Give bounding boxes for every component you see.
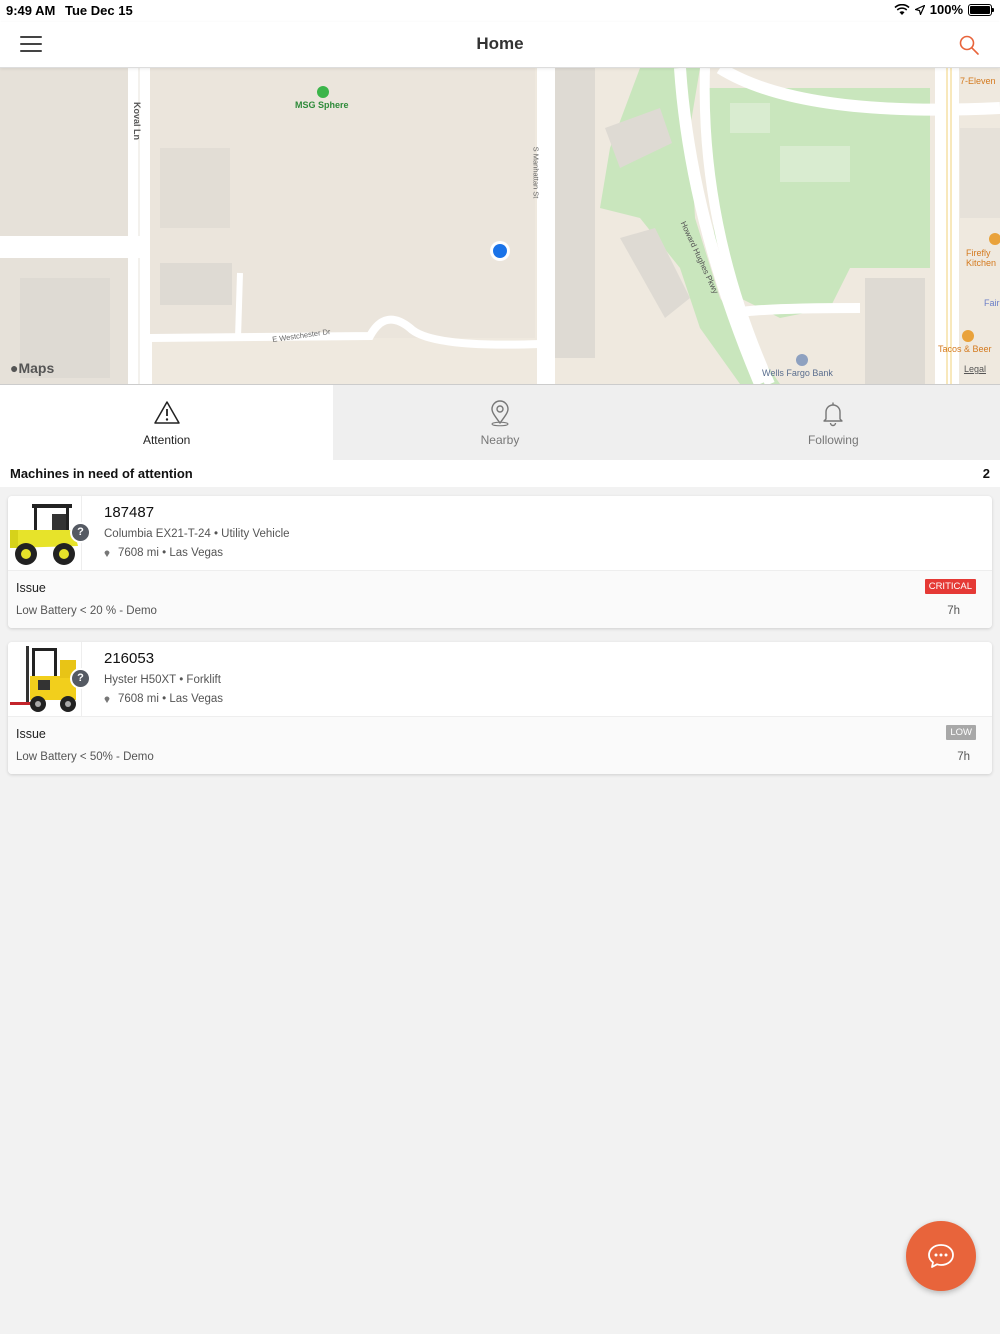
tab-nearby-label: Nearby — [480, 432, 520, 447]
tab-nearby[interactable]: Nearby — [333, 385, 667, 460]
machine-card[interactable]: ? 187487 Columbia EX21-T-24 • Utility Ve… — [8, 496, 992, 628]
tab-following[interactable]: Following — [666, 385, 1000, 460]
location-arrow-icon — [914, 4, 925, 15]
issue-age: 7h — [947, 605, 960, 617]
map-label-msg-sphere: MSG Sphere — [295, 100, 349, 110]
map-pin-icon — [104, 550, 110, 557]
map-label-seven-eleven: 7-Eleven — [960, 76, 996, 86]
issue-section: Issue Low Battery < 50% - Demo LOW 7h — [8, 716, 992, 774]
tab-attention-label: Attention — [142, 432, 191, 447]
status-bar: 9:49 AM Tue Dec 15 100% — [0, 0, 1000, 22]
page-title: Home — [476, 34, 524, 53]
issue-section: Issue Low Battery < 20 % - Demo CRITICAL… — [8, 570, 992, 628]
battery-percent: 100% — [929, 2, 963, 17]
machine-id: 216053 — [104, 650, 155, 667]
wifi-icon — [894, 3, 910, 15]
machine-card[interactable]: ? 216053 Hyster H50XT • Forklift 7608 mi… — [8, 642, 992, 774]
map-label-firefly: Firefly Kitchen — [966, 248, 997, 268]
machine-location: 7608 mi • Las Vegas — [104, 693, 223, 705]
issue-label: Issue — [16, 581, 46, 595]
help-badge-icon[interactable]: ? — [70, 668, 91, 689]
machine-location: 7608 mi • Las Vegas — [104, 547, 223, 559]
map-view[interactable]: MSG Sphere Koval Ln S Manhattan St Howar… — [0, 68, 1000, 384]
chat-bubble-icon — [928, 1244, 954, 1268]
section-count: 2 — [982, 466, 990, 481]
map-label-koval-ln: Koval Ln — [132, 101, 143, 141]
map-label-tacos-beer: Tacos & Beer — [938, 344, 992, 354]
map-label-s-manhattan-st: S Manhattan St — [531, 146, 541, 199]
status-time: 9:49 AM — [6, 3, 56, 18]
machine-location-text: 7608 mi • Las Vegas — [118, 547, 224, 559]
map-label-fair: Fair — [984, 298, 1000, 308]
location-pin-icon — [491, 399, 509, 426]
section-header: Machines in need of attention 2 — [0, 460, 1000, 487]
machine-model: Columbia EX21-T-24 • Utility Vehicle — [104, 528, 290, 540]
issue-label: Issue — [16, 727, 46, 741]
severity-badge: CRITICAL — [924, 579, 976, 594]
map-label-wells-fargo: Wells Fargo Bank — [762, 368, 833, 378]
status-indicators: 100% — [894, 2, 994, 17]
section-title: Machines in need of attention — [10, 466, 193, 481]
machine-id: 187487 — [104, 504, 155, 521]
search-icon[interactable] — [958, 34, 980, 56]
warning-icon — [153, 400, 180, 424]
apple-maps-logo: ●Maps — [10, 360, 55, 376]
machine-location-text: 7608 mi • Las Vegas — [118, 693, 224, 705]
issue-description: Low Battery < 50% - Demo — [16, 751, 154, 763]
map-canvas — [0, 68, 1000, 384]
app-header: Home — [0, 22, 1000, 68]
chat-button[interactable] — [906, 1221, 976, 1291]
map-pin-icon — [104, 696, 110, 703]
tab-bar: Attention Nearby Following — [0, 384, 1000, 460]
issue-age: 7h — [957, 751, 970, 763]
tab-following-label: Following — [807, 432, 859, 447]
machine-model: Hyster H50XT • Forklift — [104, 674, 221, 686]
battery-icon — [968, 3, 994, 16]
legal-link[interactable]: Legal — [964, 364, 986, 374]
status-date: Tue Dec 15 — [65, 3, 133, 18]
severity-badge: LOW — [946, 725, 976, 740]
help-badge-icon[interactable]: ? — [70, 522, 91, 543]
issue-description: Low Battery < 20 % - Demo — [16, 605, 157, 617]
tab-attention[interactable]: Attention — [0, 385, 334, 460]
bell-icon — [823, 402, 844, 426]
